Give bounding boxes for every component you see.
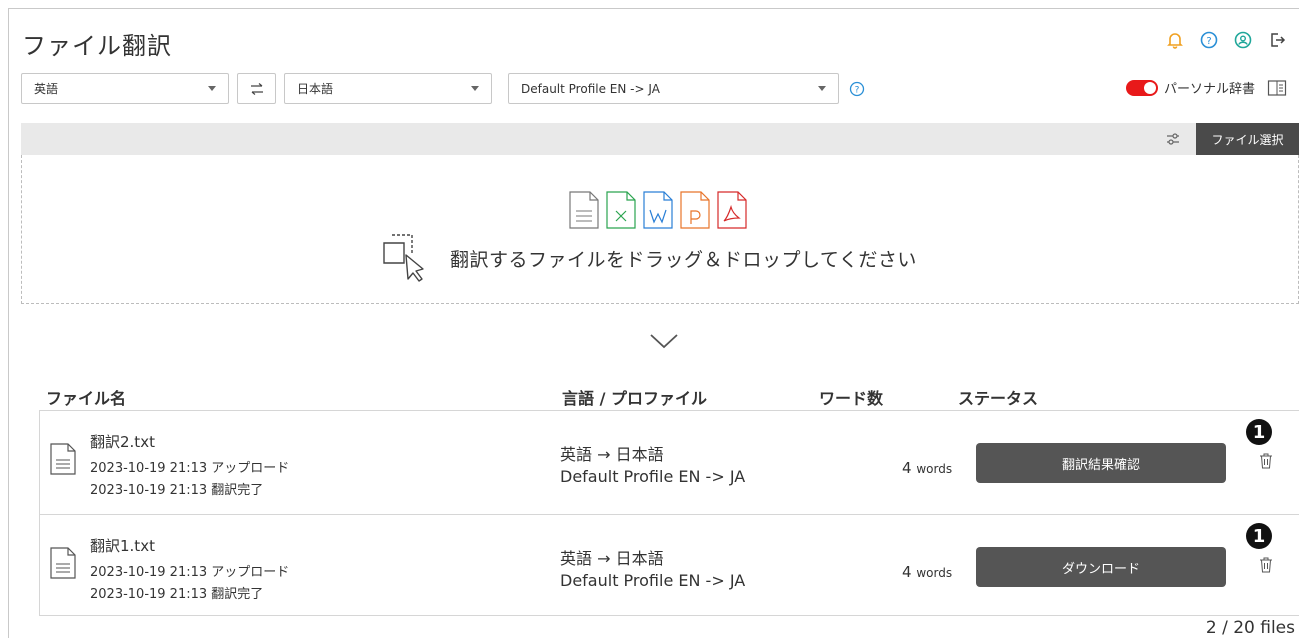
word-count: 4 words <box>902 563 952 581</box>
word-count-number: 4 <box>902 459 912 477</box>
word-file-icon <box>643 191 673 229</box>
column-header-language-profile: 言語 / プロファイル <box>562 389 707 408</box>
swap-icon <box>250 82 263 95</box>
upload-timestamp: 2023-10-19 21:13 アップロード <box>90 565 290 580</box>
profile-select[interactable]: Default Profile EN -> JA <box>508 73 839 104</box>
chevron-down-icon <box>208 86 216 91</box>
table-row: 翻訳2.txt 2023-10-19 21:13 アップロード 2023-10-… <box>40 411 1299 513</box>
settings-sliders-icon[interactable] <box>1165 131 1181 151</box>
profile-name: Default Profile EN -> JA <box>560 571 746 590</box>
document-icon <box>50 547 76 579</box>
collapse-chevron-icon[interactable] <box>649 332 679 354</box>
personal-dictionary-toggle[interactable] <box>1125 79 1158 96</box>
file-name: 翻訳1.txt <box>90 537 155 555</box>
profile-help-icon[interactable]: ? <box>849 81 865 101</box>
txt-file-icon <box>569 191 599 229</box>
completed-timestamp: 2023-10-19 21:13 翻訳完了 <box>90 587 264 602</box>
view-translation-button[interactable]: 翻訳結果確認 <box>976 443 1226 483</box>
drop-instruction: 翻訳するファイルをドラッグ＆ドロップしてください <box>450 249 917 271</box>
target-language-select[interactable]: 日本語 <box>284 73 492 104</box>
word-count-number: 4 <box>902 563 912 581</box>
personal-dictionary-control: パーソナル辞書 <box>1125 78 1287 97</box>
notification-badge: 1 <box>1246 419 1272 445</box>
excel-file-icon <box>606 191 636 229</box>
upload-toolbar: ファイル選択 <box>21 123 1299 155</box>
word-count: 4 words <box>902 459 952 477</box>
profile-name: Default Profile EN -> JA <box>560 467 746 486</box>
column-header-filename: ファイル名 <box>46 389 127 408</box>
pdf-file-icon <box>717 191 747 229</box>
logout-icon[interactable] <box>1267 30 1287 50</box>
panel-toggle-icon[interactable] <box>1267 79 1287 97</box>
target-language-value: 日本語 <box>297 82 334 96</box>
word-count-unit: words <box>916 462 953 476</box>
powerpoint-file-icon <box>680 191 710 229</box>
completed-timestamp: 2023-10-19 21:13 翻訳完了 <box>90 483 264 498</box>
table-row: 翻訳1.txt 2023-10-19 21:13 アップロード 2023-10-… <box>40 514 1299 616</box>
column-header-word-count: ワード数 <box>819 389 884 408</box>
download-button[interactable]: ダウンロード <box>976 547 1226 587</box>
source-language-select[interactable]: 英語 <box>21 73 229 104</box>
document-icon <box>50 443 76 475</box>
file-select-button[interactable]: ファイル選択 <box>1196 123 1299 155</box>
upload-timestamp: 2023-10-19 21:13 アップロード <box>90 461 290 476</box>
file-drop-zone[interactable] <box>21 155 1299 304</box>
source-language-value: 英語 <box>34 82 59 96</box>
header-icons: ? <box>1165 30 1287 50</box>
file-name: 翻訳2.txt <box>90 433 155 451</box>
swap-languages-button[interactable] <box>237 73 276 104</box>
bell-icon[interactable] <box>1165 30 1185 50</box>
language-pair: 英語 → 日本語 <box>560 445 664 464</box>
file-table: 翻訳2.txt 2023-10-19 21:13 アップロード 2023-10-… <box>39 410 1299 616</box>
profile-value: Default Profile EN -> JA <box>521 81 660 96</box>
drag-drop-icon <box>382 233 428 287</box>
chevron-down-icon <box>471 86 479 91</box>
word-count-unit: words <box>916 566 953 580</box>
user-icon[interactable] <box>1233 30 1253 50</box>
trash-icon[interactable] <box>1259 557 1273 573</box>
trash-icon[interactable] <box>1259 453 1273 469</box>
column-header-status: ステータス <box>958 389 1039 408</box>
personal-dictionary-label: パーソナル辞書 <box>1163 82 1255 97</box>
svg-text:?: ? <box>855 86 860 96</box>
notification-badge: 1 <box>1246 523 1272 549</box>
chevron-down-icon <box>818 86 826 91</box>
supported-file-types <box>569 191 747 229</box>
page-title: ファイル翻訳 <box>22 32 172 60</box>
svg-text:?: ? <box>1206 36 1211 47</box>
file-count: 2 / 20 files <box>1205 618 1295 638</box>
help-icon[interactable]: ? <box>1199 30 1219 50</box>
language-pair: 英語 → 日本語 <box>560 549 664 568</box>
